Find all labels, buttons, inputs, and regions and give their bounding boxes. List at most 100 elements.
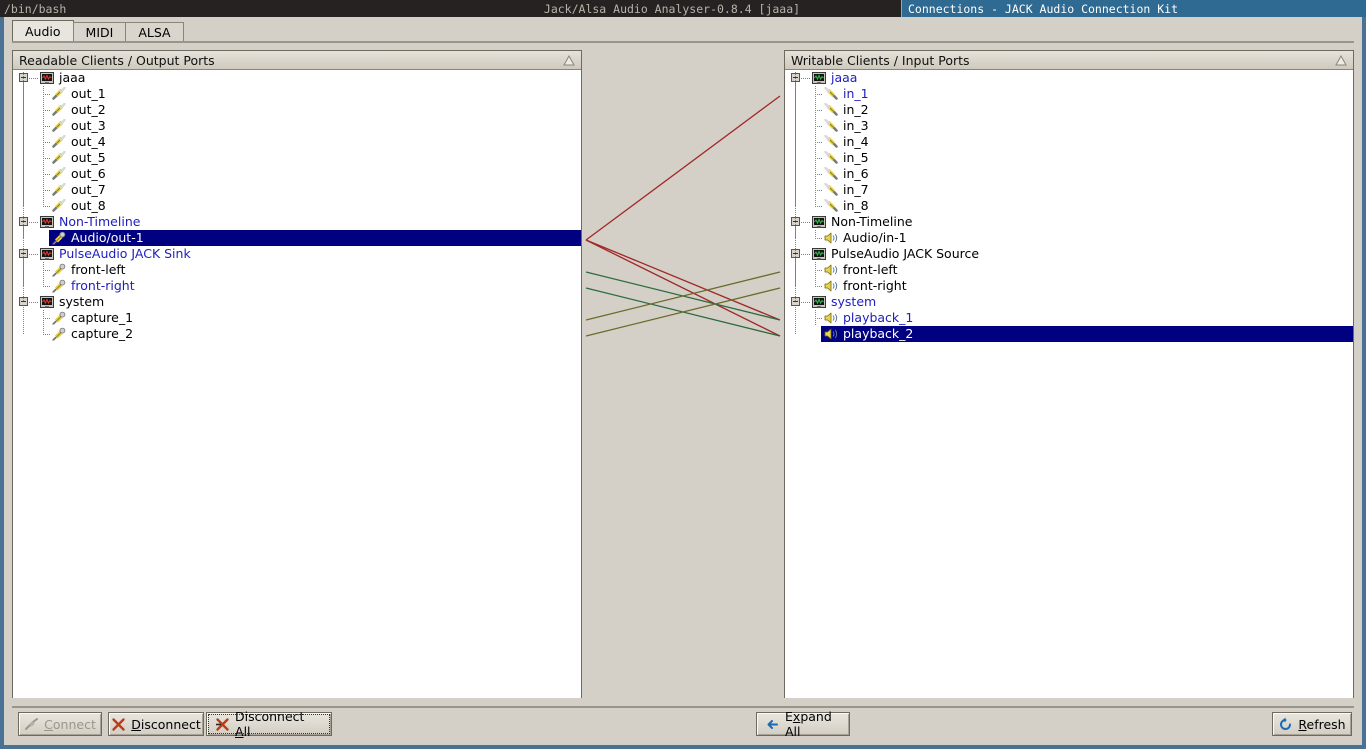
tree-port-row[interactable]: out_6	[13, 166, 581, 182]
tree-guide	[43, 278, 44, 286]
taskbar-item-jaaa[interactable]: Jack/Alsa Audio Analyser-0.8.4 [jaaa]	[443, 0, 901, 17]
tree-guide	[43, 326, 44, 334]
tree-port-label: Audio/in-1	[843, 230, 907, 246]
connect-icon	[24, 717, 39, 732]
tree-port-row[interactable]: out_1	[13, 86, 581, 102]
tree-guide	[43, 142, 50, 143]
tree-client-row[interactable]: jaaa	[13, 70, 581, 86]
tree-port-label: playback_2	[843, 326, 913, 342]
tree-guide	[815, 174, 822, 175]
tree-guide	[815, 198, 816, 206]
tree-guide	[815, 94, 822, 95]
tab-alsa[interactable]: ALSA	[125, 22, 183, 42]
tree-guide	[815, 270, 822, 271]
window-title[interactable]: Connections - JACK Audio Connection Kit	[901, 0, 1366, 17]
output-plug-icon	[51, 199, 67, 213]
tree-client-row[interactable]: Non-Timeline	[13, 214, 581, 230]
tree-guide	[43, 334, 50, 335]
readable-ports-tree[interactable]: jaaaout_1out_2out_3out_4out_5out_6out_7o…	[13, 70, 581, 698]
tree-port-label: front-right	[71, 278, 135, 294]
writable-ports-tree[interactable]: jaaain_1in_2in_3in_4in_5in_6in_7in_8Non-…	[785, 70, 1353, 698]
tree-guide	[43, 158, 50, 159]
tree-port-row[interactable]: front-left	[13, 262, 581, 278]
tree-port-row[interactable]: playback_1	[785, 310, 1353, 326]
tree-guide	[815, 190, 822, 191]
tree-port-row[interactable]: in_5	[785, 150, 1353, 166]
tree-guide	[815, 238, 822, 239]
tree-guide	[815, 230, 816, 238]
refresh-button[interactable]: Refresh	[1272, 712, 1352, 736]
tree-client-label: Non-Timeline	[59, 214, 140, 230]
tree-port-label: capture_2	[71, 326, 133, 342]
tree-guide	[815, 126, 822, 127]
input-plug-icon	[823, 151, 839, 165]
disconnect-icon	[111, 717, 126, 732]
tree-guide	[43, 126, 50, 127]
tree-port-row[interactable]: in_7	[785, 182, 1353, 198]
tree-port-row[interactable]: capture_2	[13, 326, 581, 342]
tree-port-row[interactable]: out_8	[13, 198, 581, 214]
tree-guide	[43, 206, 50, 207]
taskbar-item-bash[interactable]: /bin/bash	[0, 0, 443, 17]
connect-label: Connect	[44, 717, 96, 732]
tree-client-row[interactable]: Non-Timeline	[785, 214, 1353, 230]
tree-guide	[815, 286, 822, 287]
tree-port-label: in_8	[843, 198, 869, 214]
tree-client-label: jaaa	[831, 70, 857, 86]
tab-audio[interactable]: Audio	[12, 20, 74, 42]
input-speaker-icon	[823, 279, 839, 293]
disconnect-all-label: Disconnect All	[235, 709, 323, 739]
writable-panel-header[interactable]: Writable Clients / Input Ports	[785, 51, 1353, 70]
tree-port-row[interactable]: out_7	[13, 182, 581, 198]
disconnect-label: Disconnect	[131, 717, 200, 732]
tree-port-row[interactable]: Audio/out-1	[49, 230, 581, 246]
tree-port-row[interactable]: Audio/in-1	[785, 230, 1353, 246]
disconnect-button[interactable]: Disconnect	[108, 712, 204, 736]
tree-port-row[interactable]: capture_1	[13, 310, 581, 326]
tree-port-label: out_7	[71, 182, 106, 198]
tab-midi[interactable]: MIDI	[73, 22, 127, 42]
input-plug-icon	[823, 135, 839, 149]
tree-port-label: out_3	[71, 118, 106, 134]
tree-port-row[interactable]: out_2	[13, 102, 581, 118]
tree-client-label: system	[59, 294, 104, 310]
tree-port-row[interactable]: front-left	[785, 262, 1353, 278]
tree-port-row[interactable]: out_5	[13, 150, 581, 166]
tree-client-row[interactable]: PulseAudio JACK Source	[785, 246, 1353, 262]
connection-lines	[582, 50, 784, 698]
readable-panel-header[interactable]: Readable Clients / Output Ports	[13, 51, 581, 70]
tree-client-row[interactable]: jaaa	[785, 70, 1353, 86]
tree-port-label: out_8	[71, 198, 106, 214]
expand-all-button[interactable]: Expand All	[756, 712, 850, 736]
tree-port-row[interactable]: out_4	[13, 134, 581, 150]
output-plug-icon	[51, 87, 67, 101]
tree-port-row[interactable]: front-right	[785, 278, 1353, 294]
disconnect-all-button[interactable]: Disconnect All	[206, 712, 332, 736]
tree-port-label: playback_1	[843, 310, 913, 326]
tree-port-row[interactable]: in_2	[785, 102, 1353, 118]
client-input-icon	[811, 71, 827, 85]
tree-port-row[interactable]: in_3	[785, 118, 1353, 134]
tree-port-row[interactable]: in_6	[785, 166, 1353, 182]
tree-client-row[interactable]: system	[13, 294, 581, 310]
tree-port-row[interactable]: playback_2	[821, 326, 1353, 342]
tree-client-row[interactable]: system	[785, 294, 1353, 310]
input-speaker-icon	[823, 327, 839, 341]
tree-guide	[815, 206, 822, 207]
tab-bar-separator	[12, 41, 1354, 43]
tree-port-row[interactable]: in_4	[785, 134, 1353, 150]
tree-port-row[interactable]: out_3	[13, 118, 581, 134]
readable-clients-panel: Readable Clients / Output Ports jaaaout_…	[12, 50, 582, 698]
tree-port-label: in_5	[843, 150, 869, 166]
output-mic-icon	[51, 327, 67, 341]
tree-port-row[interactable]: in_8	[785, 198, 1353, 214]
tree-client-label: system	[831, 294, 876, 310]
tree-guide	[43, 286, 50, 287]
client-input-icon	[811, 215, 827, 229]
tree-guide	[29, 302, 38, 303]
tree-port-row[interactable]: in_1	[785, 86, 1353, 102]
tree-client-row[interactable]: PulseAudio JACK Sink	[13, 246, 581, 262]
input-plug-icon	[823, 103, 839, 117]
tree-port-label: out_5	[71, 150, 106, 166]
tree-port-row[interactable]: front-right	[13, 278, 581, 294]
